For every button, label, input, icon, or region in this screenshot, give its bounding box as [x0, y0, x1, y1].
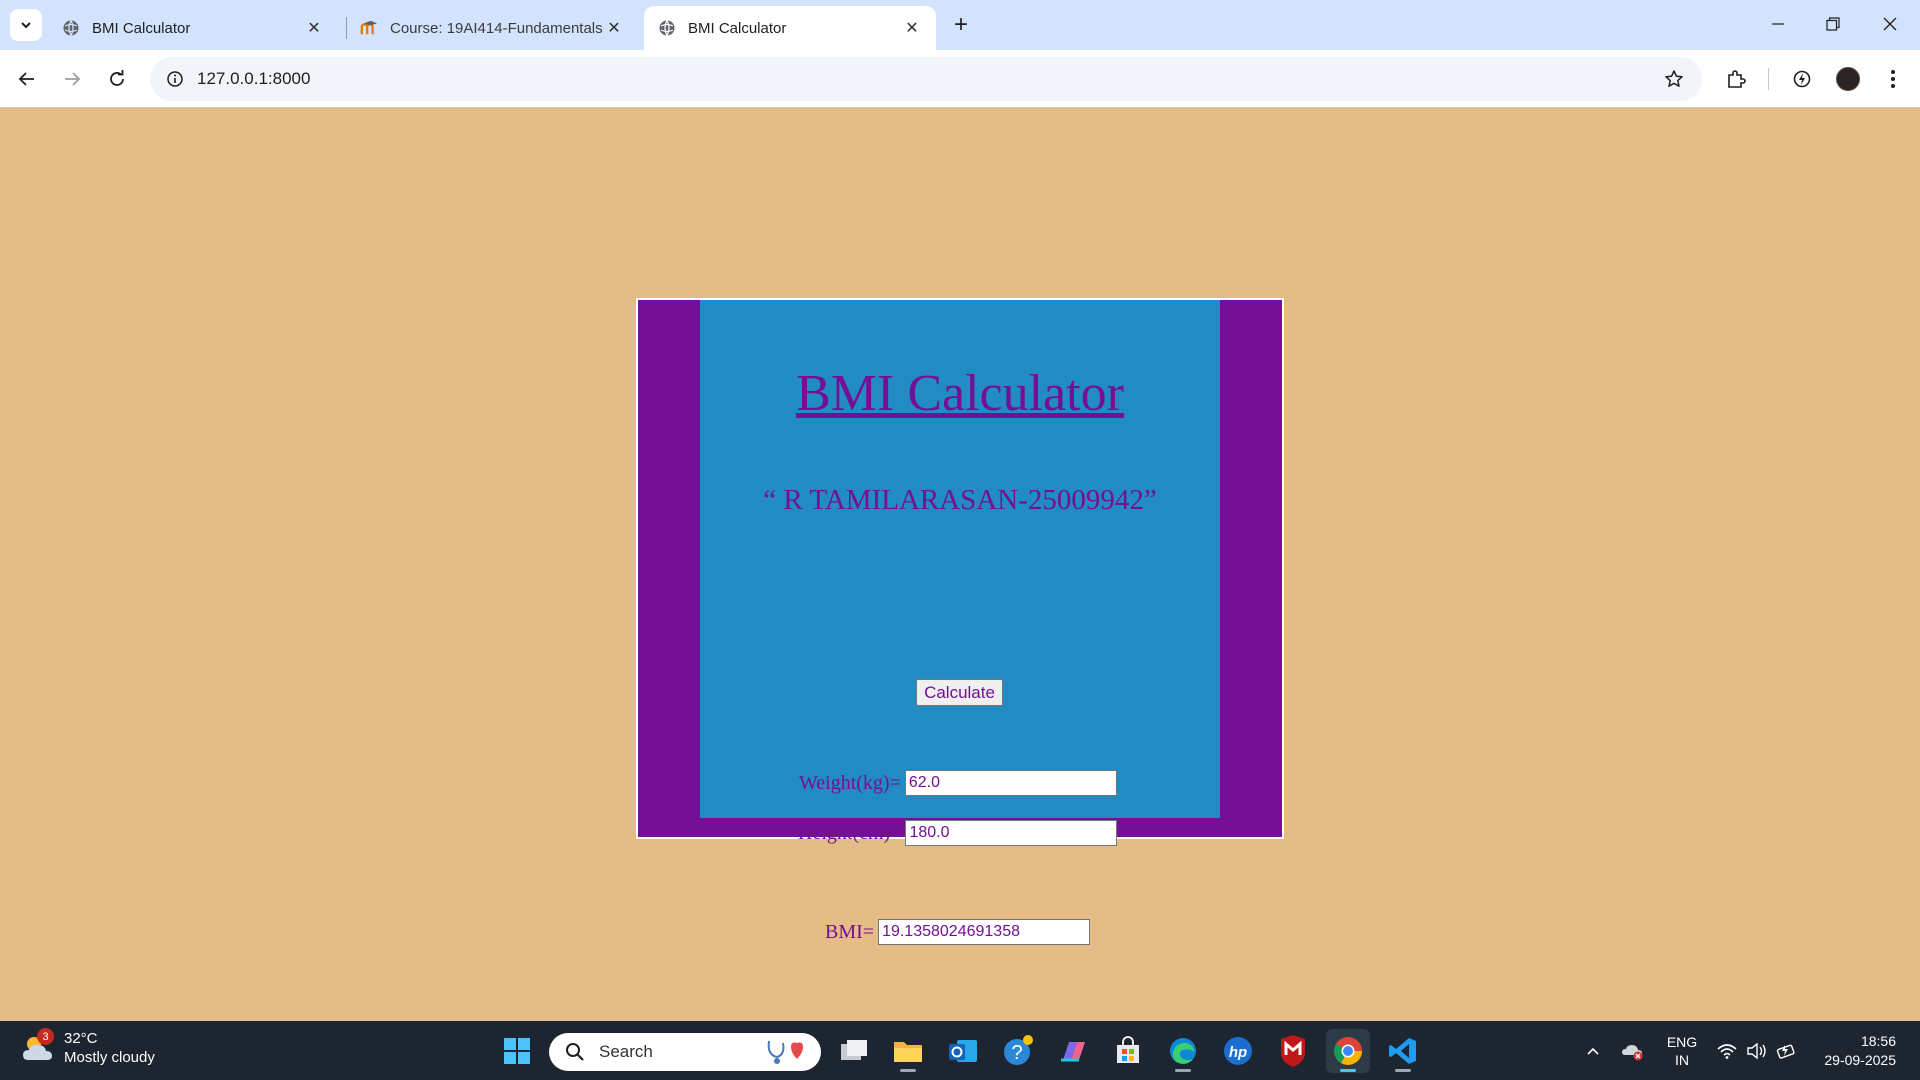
get-help-icon[interactable]: ?: [996, 1029, 1040, 1073]
weather-badge: 3: [37, 1028, 54, 1045]
tab-title: BMI Calculator: [688, 19, 787, 37]
bmi-output[interactable]: [878, 919, 1091, 945]
back-icon[interactable]: [10, 62, 44, 96]
profile-avatar[interactable]: [1831, 62, 1865, 96]
system-clock[interactable]: 18:56 29-09-2025: [1812, 1032, 1896, 1070]
tab-title: BMI Calculator: [92, 19, 191, 37]
svg-text:hp: hp: [1229, 1044, 1247, 1061]
copilot-icon[interactable]: [1051, 1029, 1095, 1073]
page-viewport: BMI Calculator “ R TAMILARASAN-25009942”…: [0, 108, 1920, 1021]
restore-icon[interactable]: [1813, 8, 1853, 40]
weather-condition: Mostly cloudy: [64, 1049, 155, 1066]
lang-line-1: ENG: [1666, 1034, 1698, 1050]
search-icon: [563, 1040, 587, 1064]
tab-title: Course: 19AI414-Fundamentals: [390, 19, 603, 37]
student-name: “ R TAMILARASAN-25009942”: [763, 484, 1157, 516]
microsoft-store-icon[interactable]: [1106, 1029, 1150, 1073]
weight-row: Weight(kg)=: [799, 770, 1117, 796]
browser-toolbar: 127.0.0.1:8000: [0, 50, 1920, 108]
battery-charging-icon[interactable]: [1774, 1021, 1800, 1080]
chevron-down-icon: [21, 22, 31, 29]
height-row: Height(cm)=: [798, 820, 1118, 846]
windows-start-icon[interactable]: [495, 1029, 539, 1073]
calculate-button[interactable]: Calculate: [916, 679, 1003, 706]
outlook-icon[interactable]: [941, 1029, 985, 1073]
performance-icon[interactable]: [1785, 62, 1819, 96]
info-icon[interactable]: [160, 64, 190, 94]
weather-widget[interactable]: 3 32°C Mostly cloudy: [20, 1028, 155, 1067]
running-indicator: [1175, 1069, 1191, 1072]
outer-frame: BMI Calculator “ R TAMILARASAN-25009942”…: [636, 298, 1284, 945]
height-input[interactable]: [905, 820, 1118, 846]
forward-icon[interactable]: [55, 62, 89, 96]
tab-bmi-calculator-active[interactable]: BMI Calculator ✕: [644, 6, 936, 50]
avatar: [1836, 67, 1860, 91]
close-icon[interactable]: ✕: [604, 18, 624, 38]
running-indicator: [1340, 1069, 1356, 1072]
volume-icon[interactable]: [1744, 1021, 1770, 1080]
search-label: Search: [599, 1042, 653, 1061]
weight-input[interactable]: [904, 770, 1117, 796]
tab-search-button[interactable]: [10, 9, 42, 41]
tab-course[interactable]: Course: 19AI414-Fundamentals ✕: [346, 6, 638, 50]
toolbar-divider: [1768, 68, 1769, 90]
input-language[interactable]: ENG IN: [1664, 1033, 1700, 1069]
new-tab-button[interactable]: +: [946, 10, 976, 40]
bmi-row: BMI=: [825, 919, 1091, 945]
close-icon[interactable]: ✕: [304, 18, 324, 38]
address-bar[interactable]: 127.0.0.1:8000: [150, 57, 1702, 101]
extensions-icon[interactable]: [1719, 62, 1753, 96]
tab-bmi-calculator-1[interactable]: BMI Calculator ✕: [48, 6, 338, 50]
minimize-icon[interactable]: [1758, 8, 1798, 40]
running-indicator: [900, 1069, 916, 1072]
globe-icon: [658, 19, 676, 37]
clock-time: 18:56: [1860, 1033, 1896, 1049]
svg-text:?: ?: [1011, 1042, 1022, 1064]
weight-label: Weight(kg)=: [799, 771, 901, 794]
taskbar-search[interactable]: Search: [549, 1033, 821, 1071]
menu-kebab-icon[interactable]: [1876, 62, 1910, 96]
calculator-panel: BMI Calculator “ R TAMILARASAN-25009942”…: [700, 300, 1220, 945]
edge-icon[interactable]: [1161, 1029, 1205, 1073]
cloudy-weather-icon: 3: [20, 1028, 56, 1066]
weather-temp: 32°C: [64, 1030, 98, 1047]
bmi-label: BMI=: [825, 920, 875, 943]
stethoscope-heart-icon: [761, 1037, 811, 1072]
lang-line-2: IN: [1675, 1052, 1689, 1068]
onedrive-offline-icon[interactable]: [1619, 1021, 1647, 1080]
file-explorer-icon[interactable]: [886, 1029, 930, 1073]
reload-icon[interactable]: [100, 62, 134, 96]
chrome-icon[interactable]: [1326, 1029, 1370, 1073]
wifi-icon[interactable]: [1714, 1021, 1740, 1080]
mcafee-icon[interactable]: [1271, 1029, 1315, 1073]
taskbar: 3 32°C Mostly cloudy Search ? hp ENG IN …: [0, 1021, 1920, 1080]
running-indicator: [1395, 1069, 1411, 1072]
show-hidden-icons-chevron-icon[interactable]: [1580, 1021, 1606, 1080]
close-icon[interactable]: ✕: [902, 18, 922, 38]
moodle-icon: [360, 19, 378, 37]
height-label: Height(cm)=: [798, 821, 902, 844]
close-window-icon[interactable]: [1870, 8, 1910, 40]
clock-date: 29-09-2025: [1824, 1052, 1896, 1068]
tab-strip: BMI Calculator ✕ Course: 19AI414-Fundame…: [0, 0, 1920, 50]
hp-icon[interactable]: hp: [1216, 1029, 1260, 1073]
task-view-icon[interactable]: [832, 1029, 876, 1073]
url-text[interactable]: 127.0.0.1:8000: [197, 69, 310, 89]
page-title: BMI Calculator: [796, 365, 1124, 422]
globe-icon: [62, 19, 80, 37]
vscode-icon[interactable]: [1381, 1029, 1425, 1073]
bookmark-star-icon[interactable]: [1660, 65, 1688, 93]
